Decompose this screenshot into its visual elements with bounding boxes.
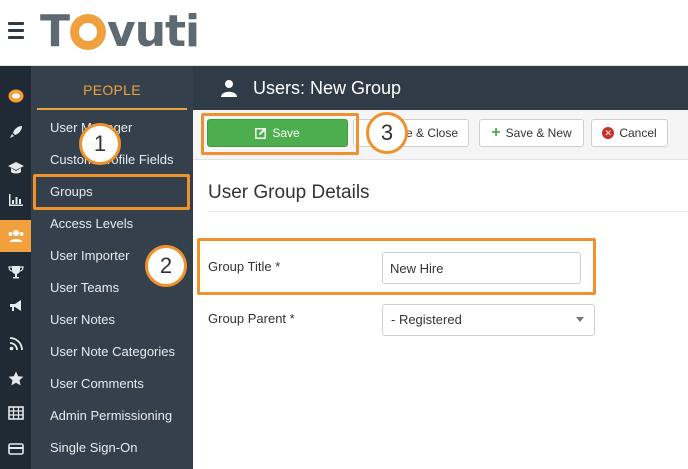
sidebar-item-access-levels[interactable]: Access Levels — [50, 208, 133, 240]
sidebar-item-user-notes[interactable]: User Notes — [50, 304, 115, 336]
toolbar: Save Save & Close + Save & New ✕ Cancel — [193, 110, 688, 160]
logo-letters-vuti: vuti — [107, 6, 200, 57]
save-button-label: Save — [272, 126, 300, 140]
save-button[interactable]: Save — [207, 119, 348, 147]
step-1-badge: 1 — [79, 123, 121, 165]
cancel-circle-icon: ✕ — [602, 127, 615, 139]
megaphone-icon[interactable] — [0, 290, 31, 322]
users-icon[interactable] — [0, 220, 31, 252]
sidebar-item-user-note-categories[interactable]: User Note Categories — [50, 336, 175, 368]
save-and-new-label: Save & New — [505, 126, 572, 140]
hamburger-menu-icon[interactable] — [8, 22, 24, 40]
rocket-icon[interactable] — [0, 116, 31, 148]
save-and-new-button[interactable]: + Save & New — [479, 119, 584, 147]
section-title: User Group Details — [208, 182, 370, 203]
table-icon[interactable] — [0, 397, 31, 429]
logo-letter-t: T — [40, 6, 70, 57]
sidebar-item-user-importer[interactable]: User Importer — [50, 240, 129, 272]
group-parent-label: Group Parent * — [208, 311, 295, 326]
icon-rail — [0, 66, 31, 469]
user-icon — [221, 80, 237, 97]
tovuti-logo[interactable]: T vuti — [40, 6, 200, 58]
step-2-badge: 2 — [145, 245, 187, 287]
sidebar-item-user-comments[interactable]: User Comments — [50, 368, 144, 400]
edit-icon — [255, 127, 267, 139]
rss-icon[interactable] — [0, 328, 31, 360]
bar-chart-icon[interactable] — [0, 184, 31, 216]
group-parent-value: - Registered — [391, 312, 462, 327]
top-bar: T vuti — [0, 0, 688, 66]
app-window: T vuti PEOPLE User Custom Profile Fields… — [0, 0, 688, 469]
star-icon[interactable] — [0, 362, 31, 394]
section-divider — [208, 211, 688, 212]
cancel-label: Cancel — [619, 126, 657, 140]
logo-elephant-icon — [70, 14, 107, 50]
caret-down-icon — [576, 317, 584, 322]
cancel-button[interactable]: ✕ Cancel — [591, 119, 668, 147]
page-header: Users: New Group — [193, 66, 688, 110]
page-title: Users: New Group — [253, 78, 402, 98]
plus-icon: + — [491, 124, 501, 141]
sidebar-item-user-teams[interactable]: User Teams — [50, 272, 119, 304]
sidebar-item-single-sign-on[interactable]: Single Sign-On — [50, 432, 137, 464]
trophy-icon[interactable] — [0, 256, 31, 288]
sidebar-item-admin-permissioning[interactable]: Admin Permissioning — [50, 400, 172, 432]
group-parent-select[interactable]: - Registered — [382, 304, 595, 336]
graduation-cap-icon[interactable] — [0, 152, 31, 184]
sidebar-item-groups[interactable]: Groups — [50, 176, 93, 208]
group-title-label: Group Title * — [208, 259, 281, 274]
tovuti-icon[interactable] — [0, 80, 31, 112]
sidebar-title: PEOPLE — [31, 66, 193, 110]
credit-card-icon[interactable] — [0, 433, 31, 465]
step-3-badge: 3 — [366, 112, 408, 154]
group-title-input[interactable] — [382, 252, 581, 284]
